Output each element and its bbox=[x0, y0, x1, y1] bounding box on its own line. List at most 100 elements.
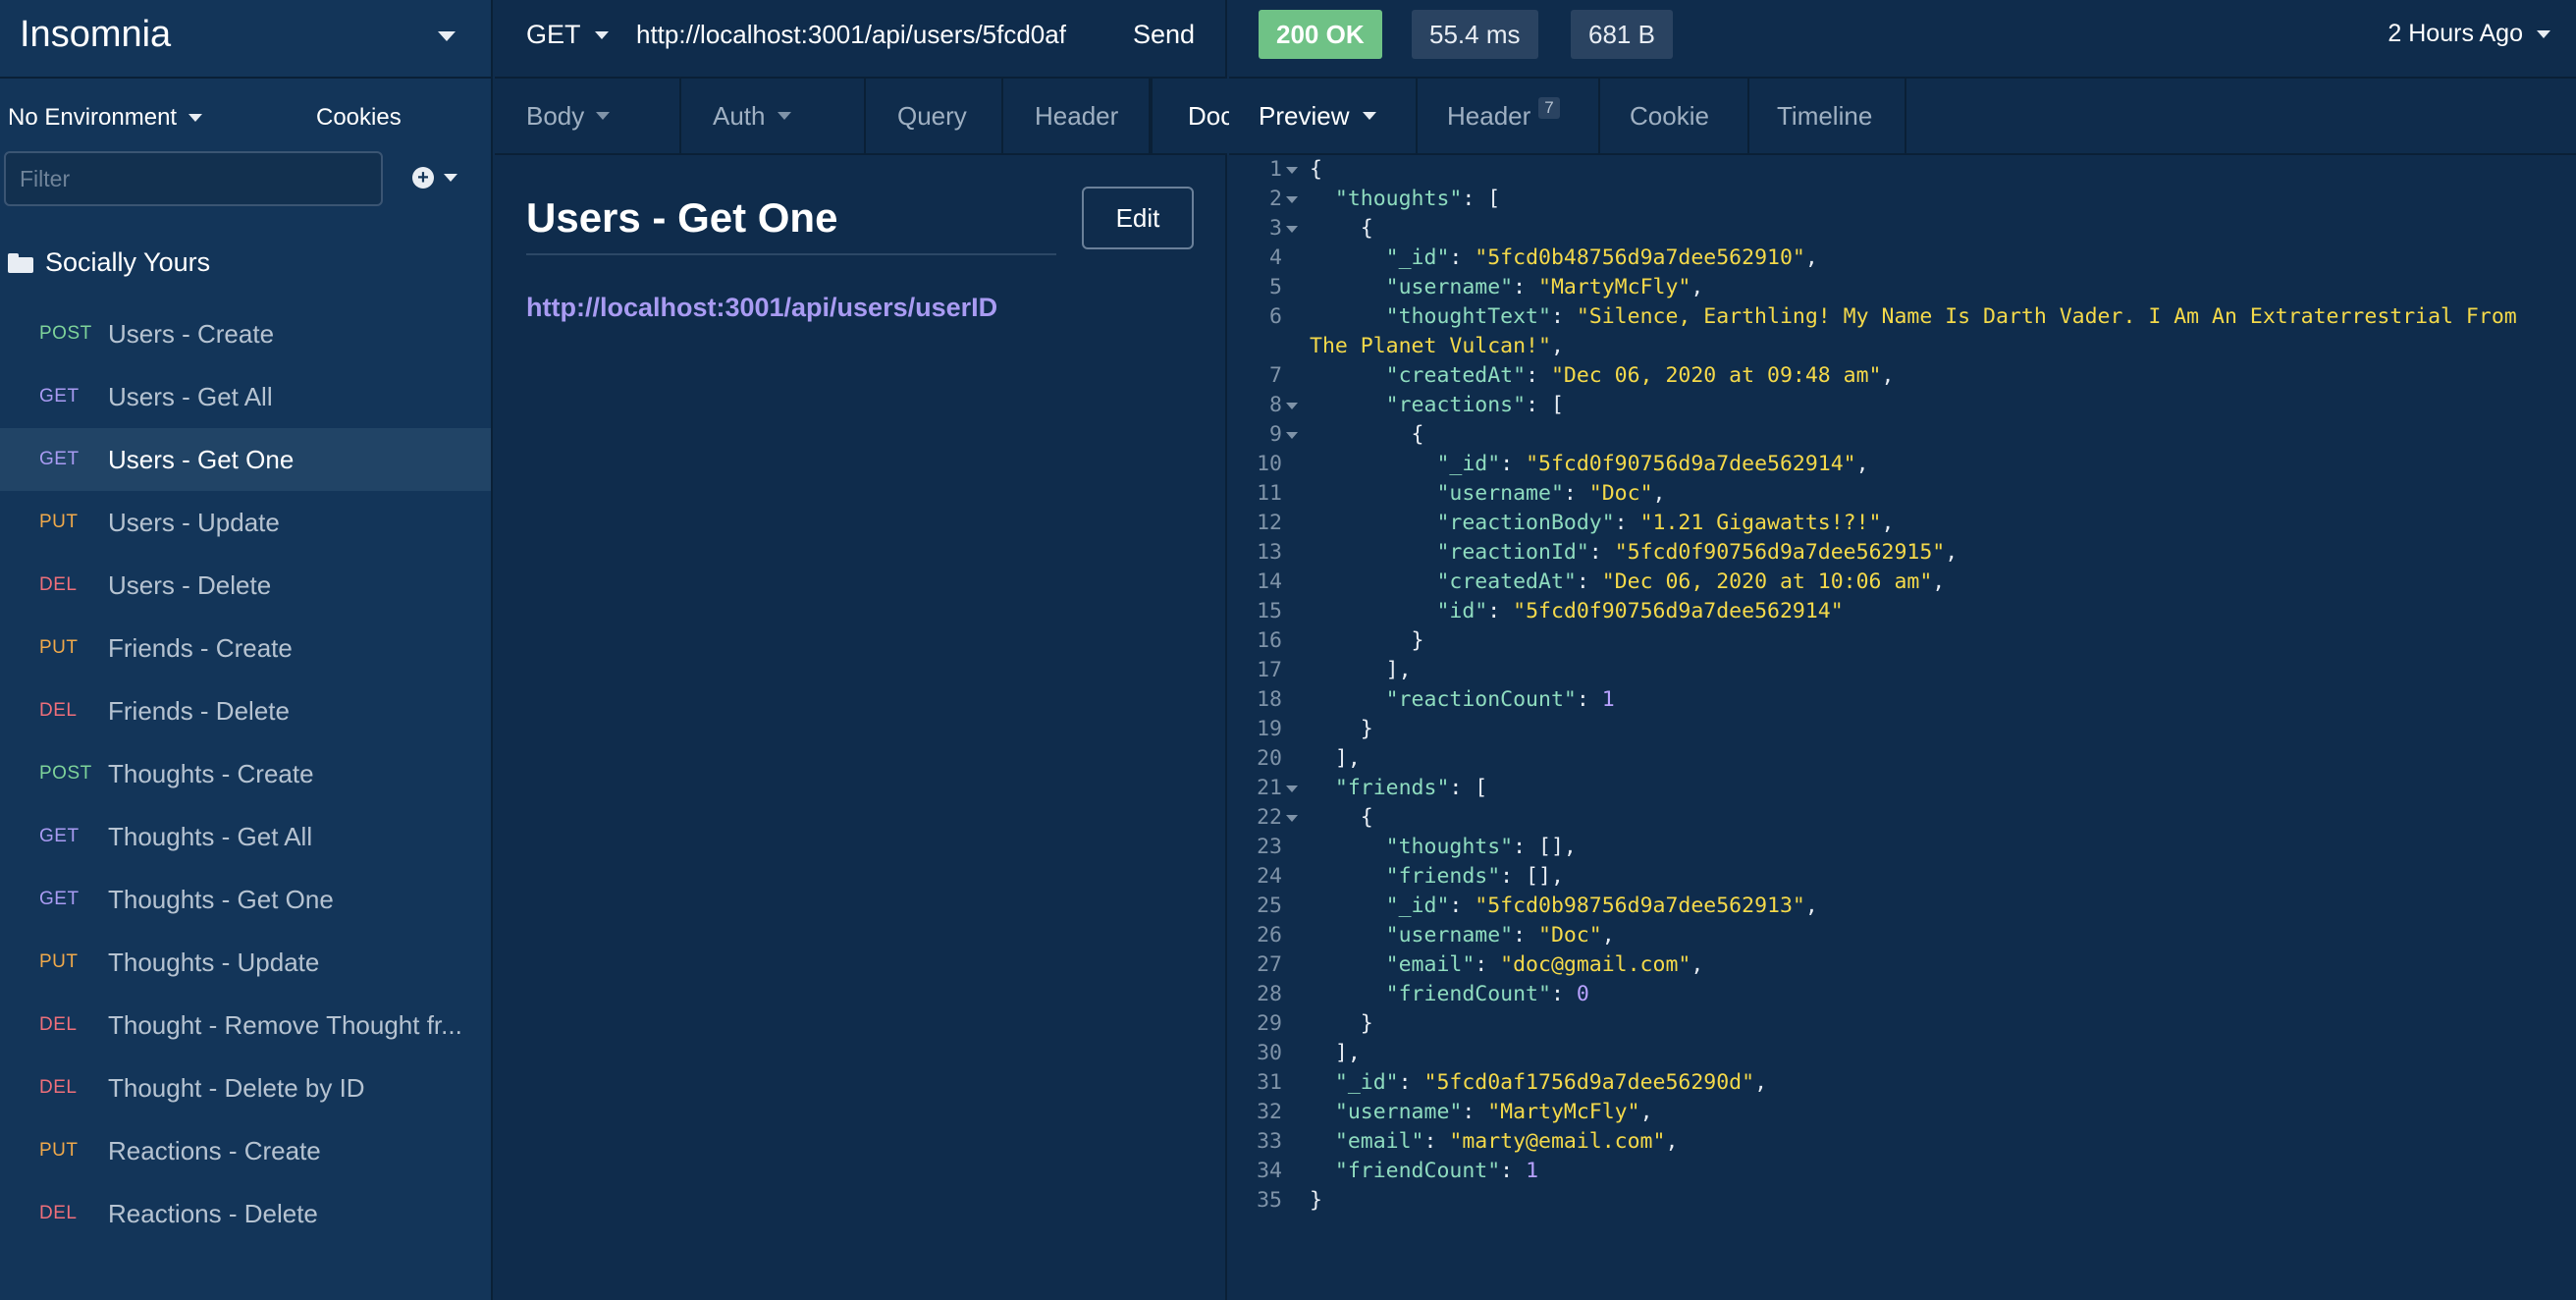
fold-toggle-icon[interactable] bbox=[1286, 785, 1298, 792]
fold-toggle-icon[interactable] bbox=[1286, 815, 1298, 822]
request-method-badge: PUT bbox=[39, 1140, 79, 1161]
code-token: "1.21 Gigawatts!?!" bbox=[1639, 511, 1882, 535]
method-label: GET bbox=[526, 20, 581, 49]
tab-auth[interactable]: Auth bbox=[681, 79, 866, 153]
line-number: 17 bbox=[1257, 658, 1282, 682]
header-count-badge: 7 bbox=[1538, 97, 1560, 119]
code-token: { bbox=[1310, 805, 1373, 830]
sidebar-request-item[interactable]: GET Thoughts - Get One bbox=[0, 868, 491, 931]
url-input[interactable]: http://localhost:3001/api/users/5fcd0af bbox=[636, 20, 1101, 50]
sidebar-request-item[interactable]: DEL Reactions - Delete bbox=[0, 1182, 491, 1245]
sidebar-request-item[interactable]: GET Users - Get All bbox=[0, 365, 491, 428]
method-select[interactable]: GET bbox=[526, 20, 609, 50]
code-line: 7 "createdAt": "Dec 06, 2020 at 09:48 am… bbox=[1229, 361, 2576, 391]
code-token: : bbox=[1487, 599, 1514, 623]
code-text: { bbox=[1310, 803, 1373, 833]
code-line: The Planet Vulcan!", bbox=[1229, 332, 2576, 361]
code-token: { bbox=[1310, 157, 1322, 182]
code-token: } bbox=[1310, 1011, 1373, 1036]
code-token: "doc@gmail.com" bbox=[1500, 952, 1691, 977]
tab-header[interactable]: Header 7 bbox=[1418, 79, 1600, 153]
tab-label: Auth bbox=[713, 100, 766, 131]
code-text: } bbox=[1310, 1009, 1373, 1039]
code-line: 3 { bbox=[1229, 214, 2576, 244]
line-number: 13 bbox=[1257, 540, 1282, 565]
code-token: "thoughts" bbox=[1385, 835, 1514, 859]
code-line: 19 } bbox=[1229, 715, 2576, 744]
sidebar-request-item[interactable]: PUT Friends - Create bbox=[0, 617, 491, 679]
tab-preview[interactable]: Preview bbox=[1229, 79, 1418, 153]
tab-header[interactable]: Header bbox=[1003, 79, 1151, 153]
line-number: 19 bbox=[1257, 717, 1282, 741]
code-token: : bbox=[1576, 687, 1602, 712]
line-number: 12 bbox=[1257, 511, 1282, 535]
code-text: "reactions": [ bbox=[1310, 391, 1564, 420]
edit-button[interactable]: Edit bbox=[1082, 187, 1194, 249]
tab-query[interactable]: Query bbox=[866, 79, 1003, 153]
plus-circle-icon: + bbox=[412, 167, 434, 189]
code-line: 11 "username": "Doc", bbox=[1229, 479, 2576, 509]
tab-timeline[interactable]: Timeline bbox=[1749, 79, 1906, 153]
chevron-down-icon[interactable] bbox=[438, 31, 456, 41]
code-token: "marty@email.com" bbox=[1449, 1129, 1666, 1154]
cookies-button[interactable]: Cookies bbox=[316, 104, 402, 132]
code-token: : bbox=[1614, 511, 1640, 535]
fold-toggle-icon[interactable] bbox=[1286, 167, 1298, 174]
workspace-folder[interactable]: Socially Yours bbox=[8, 247, 210, 278]
request-name: Reactions - Delete bbox=[108, 1198, 318, 1228]
sidebar-request-item[interactable]: PUT Users - Update bbox=[0, 491, 491, 554]
code-text: ], bbox=[1310, 656, 1412, 685]
response-tabs: Preview Header 7 Cookie Timeline bbox=[1229, 79, 1906, 153]
app-title[interactable]: Insomnia bbox=[20, 14, 171, 56]
sidebar-request-item[interactable]: POST Thoughts - Create bbox=[0, 742, 491, 805]
filter-input[interactable] bbox=[4, 151, 383, 206]
request-method-badge: DEL bbox=[39, 1014, 78, 1035]
add-request-menu[interactable]: + bbox=[412, 167, 457, 189]
sidebar-request-item[interactable]: PUT Thoughts - Update bbox=[0, 931, 491, 994]
chevron-down-icon bbox=[777, 112, 791, 120]
sidebar-request-item[interactable]: DEL Friends - Delete bbox=[0, 679, 491, 742]
history-dropdown[interactable]: 2 Hours Ago bbox=[2388, 20, 2550, 48]
sidebar-request-item[interactable]: POST Users - Create bbox=[0, 302, 491, 365]
request-tabs: BodyAuthQueryHeaderDocs✓ bbox=[495, 79, 1278, 153]
line-number: 15 bbox=[1257, 599, 1282, 623]
fold-toggle-icon[interactable] bbox=[1286, 226, 1298, 233]
sidebar-request-item[interactable]: DEL Users - Delete bbox=[0, 554, 491, 617]
code-token: "friendCount" bbox=[1385, 982, 1551, 1006]
line-number: 8 bbox=[1269, 393, 1282, 417]
code-token: , bbox=[1855, 452, 1869, 476]
tab-body[interactable]: Body bbox=[495, 79, 681, 153]
sidebar-request-item[interactable]: DEL Thought - Delete by ID bbox=[0, 1056, 491, 1119]
request-name: Thoughts - Get All bbox=[108, 821, 313, 851]
request-tabbar: BodyAuthQueryHeaderDocs✓ bbox=[495, 79, 1278, 155]
code-token: "5fcd0f90756d9a7dee562915" bbox=[1614, 540, 1946, 565]
fold-toggle-icon[interactable] bbox=[1286, 196, 1298, 203]
request-method-badge: POST bbox=[39, 323, 92, 344]
request-method-badge: GET bbox=[39, 889, 80, 909]
sidebar-header: Insomnia bbox=[0, 0, 491, 79]
sidebar-request-item[interactable]: DEL Thought - Remove Thought fr... bbox=[0, 994, 491, 1056]
sidebar-request-item[interactable]: PUT Reactions - Create bbox=[0, 1119, 491, 1182]
request-name: Users - Get One bbox=[108, 444, 295, 474]
fold-toggle-icon[interactable] bbox=[1286, 432, 1298, 439]
sidebar-request-item[interactable]: GET Thoughts - Get All bbox=[0, 805, 491, 868]
code-text: "email": "marty@email.com", bbox=[1310, 1127, 1679, 1157]
request-method-badge: DEL bbox=[39, 700, 78, 721]
code-line: 35} bbox=[1229, 1186, 2576, 1216]
sidebar-request-item[interactable]: GET Users - Get One bbox=[0, 428, 491, 491]
environment-selector[interactable]: No Environment bbox=[8, 104, 203, 132]
tab-cookie[interactable]: Cookie bbox=[1600, 79, 1749, 153]
response-pane: 200 OK 55.4 ms 681 B 2 Hours Ago Preview… bbox=[1229, 0, 2576, 1300]
send-button[interactable]: Send bbox=[1133, 20, 1195, 50]
request-method-badge: GET bbox=[39, 386, 80, 406]
line-number: 11 bbox=[1257, 481, 1282, 506]
code-token: : bbox=[1449, 894, 1476, 918]
code-token: : bbox=[1423, 1129, 1450, 1154]
code-line: 4 "_id": "5fcd0b48756d9a7dee562910", bbox=[1229, 244, 2576, 273]
fold-toggle-icon[interactable] bbox=[1286, 403, 1298, 409]
code-token: , bbox=[1690, 275, 1704, 299]
